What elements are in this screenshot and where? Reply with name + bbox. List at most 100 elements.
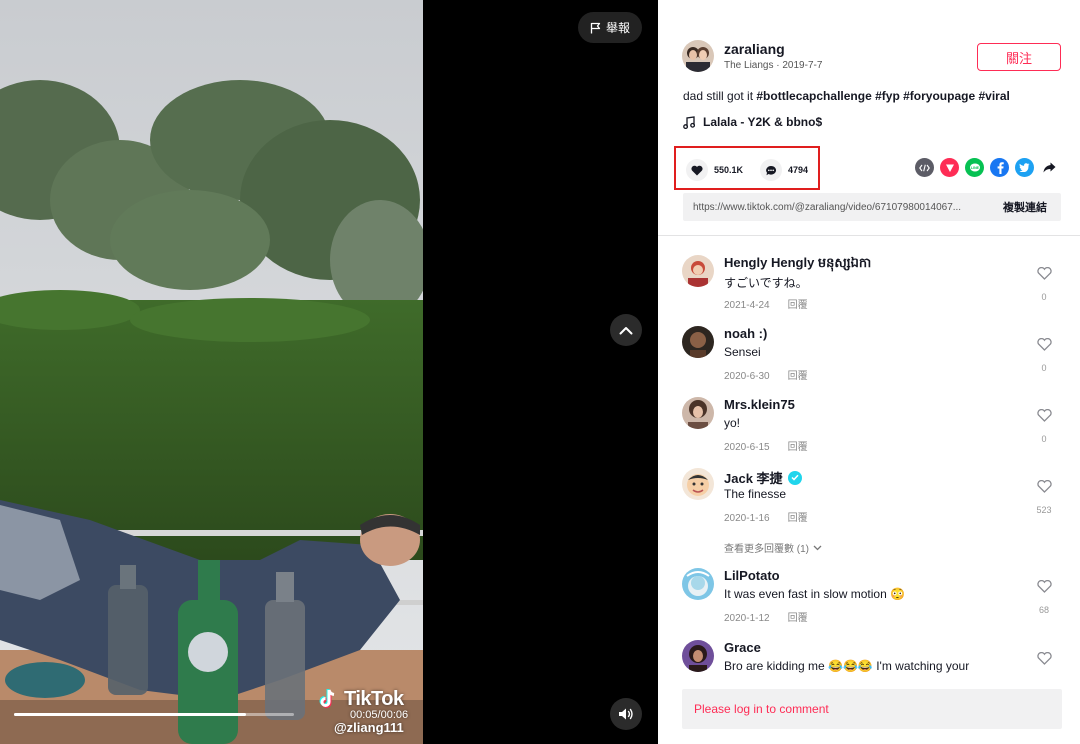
- heart-outline-icon: [1036, 479, 1052, 493]
- reply-button[interactable]: 回覆: [788, 371, 808, 382]
- heart-outline-icon: [1036, 266, 1052, 280]
- music-link[interactable]: Lalala - Y2K & bbno$: [683, 115, 822, 129]
- comment-bubble-icon: [760, 159, 782, 181]
- comment-count: 4794: [788, 165, 809, 175]
- heart-outline-icon: [1036, 337, 1052, 351]
- comment-text: Sensei: [724, 345, 761, 359]
- hashtag-link[interactable]: #bottlecapchallenge: [756, 89, 871, 103]
- avatar[interactable]: [682, 568, 714, 600]
- commenter-name[interactable]: noah :): [724, 326, 767, 341]
- author-subtitle: The Liangs · 2019-7-7: [724, 60, 823, 71]
- video-link-bar: https://www.tiktok.com/@zaraliang/video/…: [683, 193, 1061, 221]
- comment-list[interactable]: Hengly Hengly មនុស្សឯកា すごいですね。 2021-4-2…: [658, 236, 1080, 676]
- comment-meta: 2020-1-12 回覆: [724, 609, 808, 624]
- author-name[interactable]: zaraliang: [724, 41, 822, 57]
- login-to-comment-link[interactable]: Please log in to comment: [694, 702, 829, 716]
- report-button[interactable]: 舉報: [578, 12, 642, 43]
- volume-button[interactable]: [610, 698, 642, 730]
- avatar[interactable]: [682, 468, 714, 500]
- flag-icon: [590, 22, 601, 33]
- comment-like-button[interactable]: [1034, 579, 1054, 598]
- previous-video-button[interactable]: [610, 314, 642, 346]
- comment-button[interactable]: 4794: [760, 159, 808, 181]
- watermark-brand: TikTok: [344, 687, 404, 710]
- verified-badge-icon: [787, 470, 802, 485]
- video-progress-fill: [14, 713, 247, 716]
- comment-meta: 2020-6-15 回覆: [724, 438, 808, 453]
- music-note-icon: [683, 115, 695, 129]
- commenter-name-text[interactable]: LilPotato: [724, 568, 780, 583]
- comment-like-button[interactable]: [1034, 266, 1054, 285]
- comment-text: Bro are kidding me 😂😂😂 I'm watching your: [724, 659, 970, 673]
- heart-outline-icon: [1036, 408, 1052, 422]
- video-frame[interactable]: [0, 0, 423, 744]
- watermark-handle: @zliang111: [334, 720, 404, 735]
- facebook-icon[interactable]: [990, 158, 1009, 177]
- commenter-name[interactable]: Jack 李捷: [724, 468, 802, 487]
- heart-outline-icon: [1036, 579, 1052, 593]
- comment-text: すごいですね。: [724, 276, 808, 290]
- video-url[interactable]: https://www.tiktok.com/@zaraliang/video/…: [683, 202, 989, 213]
- embed-icon[interactable]: [915, 158, 934, 177]
- comment-date: 2021-4-24: [724, 300, 770, 311]
- comment-like-button[interactable]: [1034, 408, 1054, 427]
- hashtag-link[interactable]: #foryoupage: [903, 89, 975, 103]
- comment-text: The finesse: [724, 487, 787, 501]
- comment-date: 2020-6-30: [724, 371, 770, 382]
- copy-link-button[interactable]: 複製連結: [989, 199, 1061, 215]
- twitter-icon[interactable]: [1015, 158, 1034, 177]
- author-avatar[interactable]: [682, 40, 714, 72]
- report-label: 舉報: [605, 21, 630, 35]
- chevron-up-icon: [619, 326, 633, 334]
- comment-text: yo!: [724, 416, 741, 430]
- commenter-name[interactable]: Hengly Hengly មនុស្សឯកា: [724, 255, 871, 274]
- comment-like-button[interactable]: [1034, 337, 1054, 356]
- comment-date: 2020-6-15: [724, 442, 770, 453]
- commenter-name-text[interactable]: noah :): [724, 326, 767, 341]
- send-icon[interactable]: [940, 158, 959, 177]
- avatar[interactable]: [682, 640, 714, 672]
- heart-outline-icon: [1036, 651, 1052, 665]
- comment-meta: 2021-4-24 回覆: [724, 296, 808, 311]
- comment-like-button[interactable]: [1034, 651, 1054, 670]
- reply-button[interactable]: 回覆: [788, 442, 808, 453]
- engagement-stats-highlight: 550.1K 4794: [674, 146, 820, 190]
- reply-button[interactable]: 回覆: [788, 300, 808, 311]
- commenter-name-text[interactable]: Jack 李捷: [724, 468, 783, 487]
- avatar[interactable]: [682, 326, 714, 358]
- tiktok-logo-icon: [319, 689, 335, 708]
- commenter-name-text[interactable]: Hengly Hengly មនុស្សឯកា: [724, 255, 871, 274]
- share-arrow-icon[interactable]: [1040, 158, 1059, 177]
- line-icon[interactable]: LINE: [965, 158, 984, 177]
- video-detail-panel: zaraliang The Liangs · 2019-7-7 關注 dad s…: [658, 0, 1080, 744]
- view-more-replies-button[interactable]: 查看更多回覆數 (1): [724, 540, 822, 555]
- author-info[interactable]: zaraliang The Liangs · 2019-7-7: [682, 40, 822, 72]
- comment-text: It was even fast in slow motion 😳: [724, 587, 906, 601]
- commenter-name-text[interactable]: Mrs.klein75: [724, 397, 795, 412]
- commenter-name[interactable]: Mrs.klein75: [724, 397, 795, 412]
- music-title: Lalala - Y2K & bbno$: [703, 115, 823, 129]
- like-count: 550.1K: [714, 165, 744, 175]
- commenter-name[interactable]: Grace: [724, 640, 761, 655]
- comment-date: 2020-1-12: [724, 613, 770, 624]
- comment-meta: 2020-1-16 回覆: [724, 509, 808, 524]
- like-button[interactable]: 550.1K: [686, 159, 743, 181]
- comment-like-count: 68: [1038, 605, 1049, 615]
- avatar[interactable]: [682, 397, 714, 429]
- follow-button[interactable]: 關注: [977, 43, 1061, 71]
- comment-meta: 2020-6-30 回覆: [724, 367, 808, 382]
- reply-button[interactable]: 回覆: [788, 513, 808, 524]
- avatar[interactable]: [682, 255, 714, 287]
- hashtag-link[interactable]: #fyp: [875, 89, 900, 103]
- hashtag-link[interactable]: #viral: [978, 89, 1009, 103]
- share-bar: LINE: [915, 158, 1059, 177]
- video-caption: dad still got it #bottlecapchallenge #fy…: [683, 89, 1010, 103]
- video-progress-bar[interactable]: [14, 713, 294, 716]
- reply-button[interactable]: 回覆: [788, 613, 808, 624]
- commenter-name[interactable]: LilPotato: [724, 568, 780, 583]
- comment-like-count: 0: [1041, 363, 1047, 373]
- video-player[interactable]: 舉報 TikTok 00:05/00:06 @zliang111: [0, 0, 658, 744]
- commenter-name-text[interactable]: Grace: [724, 640, 761, 655]
- comment-login-bar[interactable]: Please log in to comment: [682, 689, 1062, 729]
- comment-like-button[interactable]: [1034, 479, 1054, 498]
